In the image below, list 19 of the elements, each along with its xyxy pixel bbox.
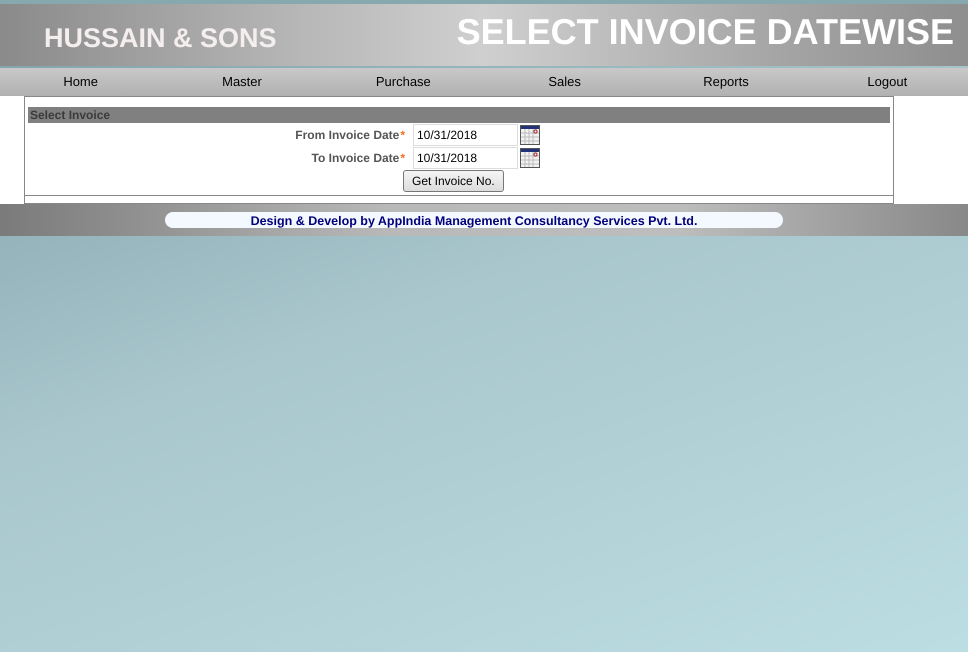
get-invoice-button[interactable]: Get Invoice No. (403, 170, 504, 192)
date-field[interactable]: 10/31/2018 (413, 124, 518, 146)
panel-heading: Select Invoice (28, 107, 890, 123)
calendar-icon[interactable] (520, 148, 540, 168)
menu-link[interactable]: Logout (806, 72, 968, 92)
page-title: SELECT INVOICE DATEWISE (456, 10, 954, 54)
required-mark: * (400, 128, 405, 142)
field-label: To Invoice Date (312, 150, 400, 164)
company-name: HUSSAIN & SONS (44, 22, 277, 55)
calendar-icon[interactable] (520, 124, 540, 144)
menu-link[interactable]: Sales (484, 72, 646, 92)
field-label: From Invoice Date (295, 128, 400, 142)
menu-link[interactable]: Master (161, 72, 323, 92)
required-mark: * (400, 150, 405, 164)
date-field[interactable]: 10/31/2018 (413, 146, 518, 168)
menu-link[interactable]: Reports (645, 72, 807, 92)
menu-link[interactable]: Home (0, 72, 162, 92)
menu-link[interactable]: Purchase (322, 72, 484, 92)
footer-credit: Design & Develop by AppIndia Management Consultancy Services Pvt. Ltd. (165, 212, 783, 228)
